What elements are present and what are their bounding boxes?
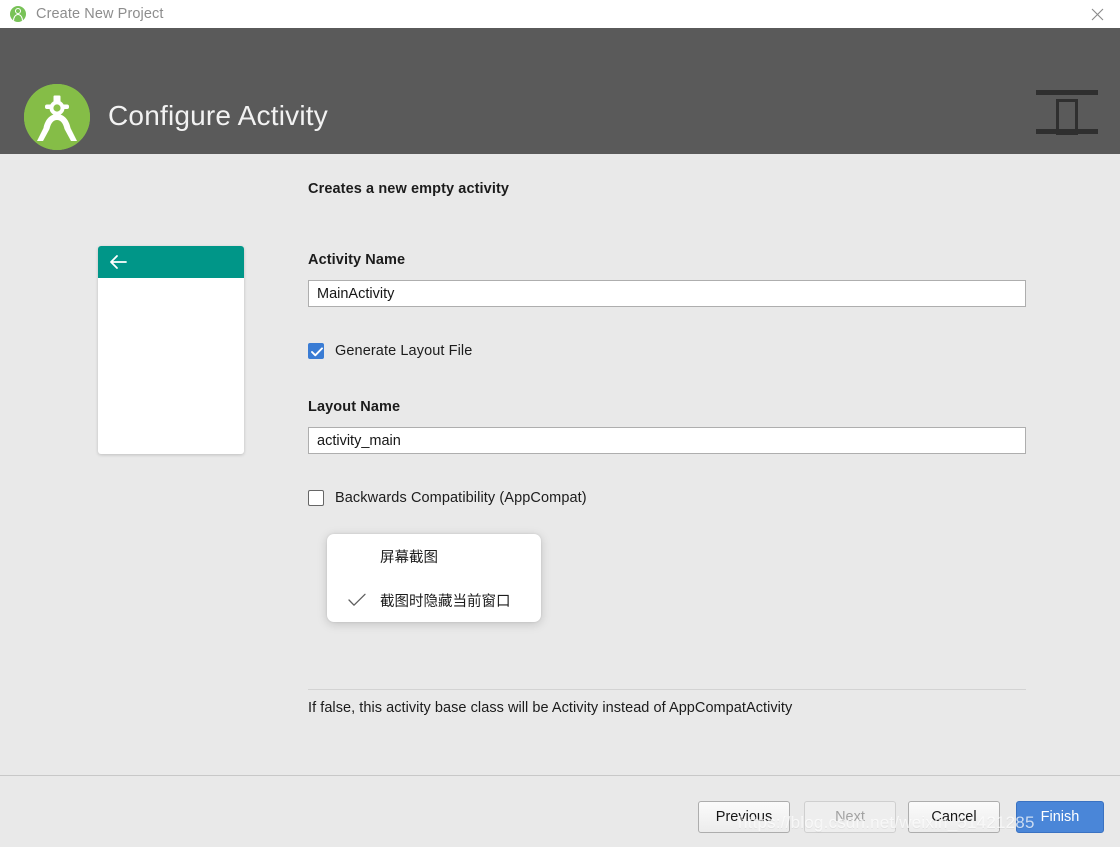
help-divider [308,689,1026,690]
activity-name-label: Activity Name [308,252,406,268]
generate-layout-file-checkbox[interactable] [308,343,324,359]
layout-name-input[interactable] [308,427,1026,454]
backwards-compatibility-checkbox[interactable] [308,490,324,506]
generate-layout-file-checkbox-row[interactable]: Generate Layout File [308,343,472,359]
dialog-footer: Previous Next Cancel Finish [0,775,1120,847]
screenshot-context-menu: 屏幕截图 截图时隐藏当前窗口 [327,534,541,622]
android-studio-icon [10,6,26,22]
template-description: Creates a new empty activity [308,181,510,197]
finish-button[interactable]: Finish [1016,801,1104,833]
window-title: Create New Project [36,6,164,22]
backwards-compatibility-checkbox-row[interactable]: Backwards Compatibility (AppCompat) [308,490,587,506]
backwards-compatibility-label: Backwards Compatibility (AppCompat) [335,490,587,506]
android-studio-logo [24,84,90,150]
menu-item-hide-window[interactable]: 截图时隐藏当前窗口 [327,578,541,622]
preview-app-bar [98,246,244,278]
menu-item-screenshot-label: 屏幕截图 [380,549,438,566]
arrow-left-icon [110,255,127,269]
previous-button[interactable]: Previous [698,801,790,833]
menu-item-hide-window-label: 截图时隐藏当前窗口 [380,593,511,610]
activity-template-icon [1032,86,1102,146]
header-banner: Configure Activity [0,28,1120,154]
cancel-button[interactable]: Cancel [908,801,1000,833]
check-icon [348,593,366,606]
help-text: If false, this activity base class will … [308,700,793,716]
dialog-body: Creates a new empty activity Activity Na… [0,154,1120,775]
layout-name-label: Layout Name [308,399,401,415]
close-icon [1091,8,1103,20]
activity-name-input[interactable] [308,280,1026,307]
template-icon-bottom-bar [1036,129,1098,134]
next-button: Next [804,801,896,833]
menu-item-screenshot[interactable]: 屏幕截图 [327,534,541,578]
check-icon [311,347,323,357]
close-button[interactable] [1074,0,1120,28]
android-studio-logo-glyph [24,84,90,150]
title-bar: Create New Project [0,0,1120,29]
template-icon-top-bar [1036,90,1098,95]
activity-preview-card [98,246,244,454]
create-new-project-dialog: Create New Project Configure Activity Cr… [0,0,1120,847]
generate-layout-file-label: Generate Layout File [335,343,473,359]
page-title: Configure Activity [108,100,328,131]
